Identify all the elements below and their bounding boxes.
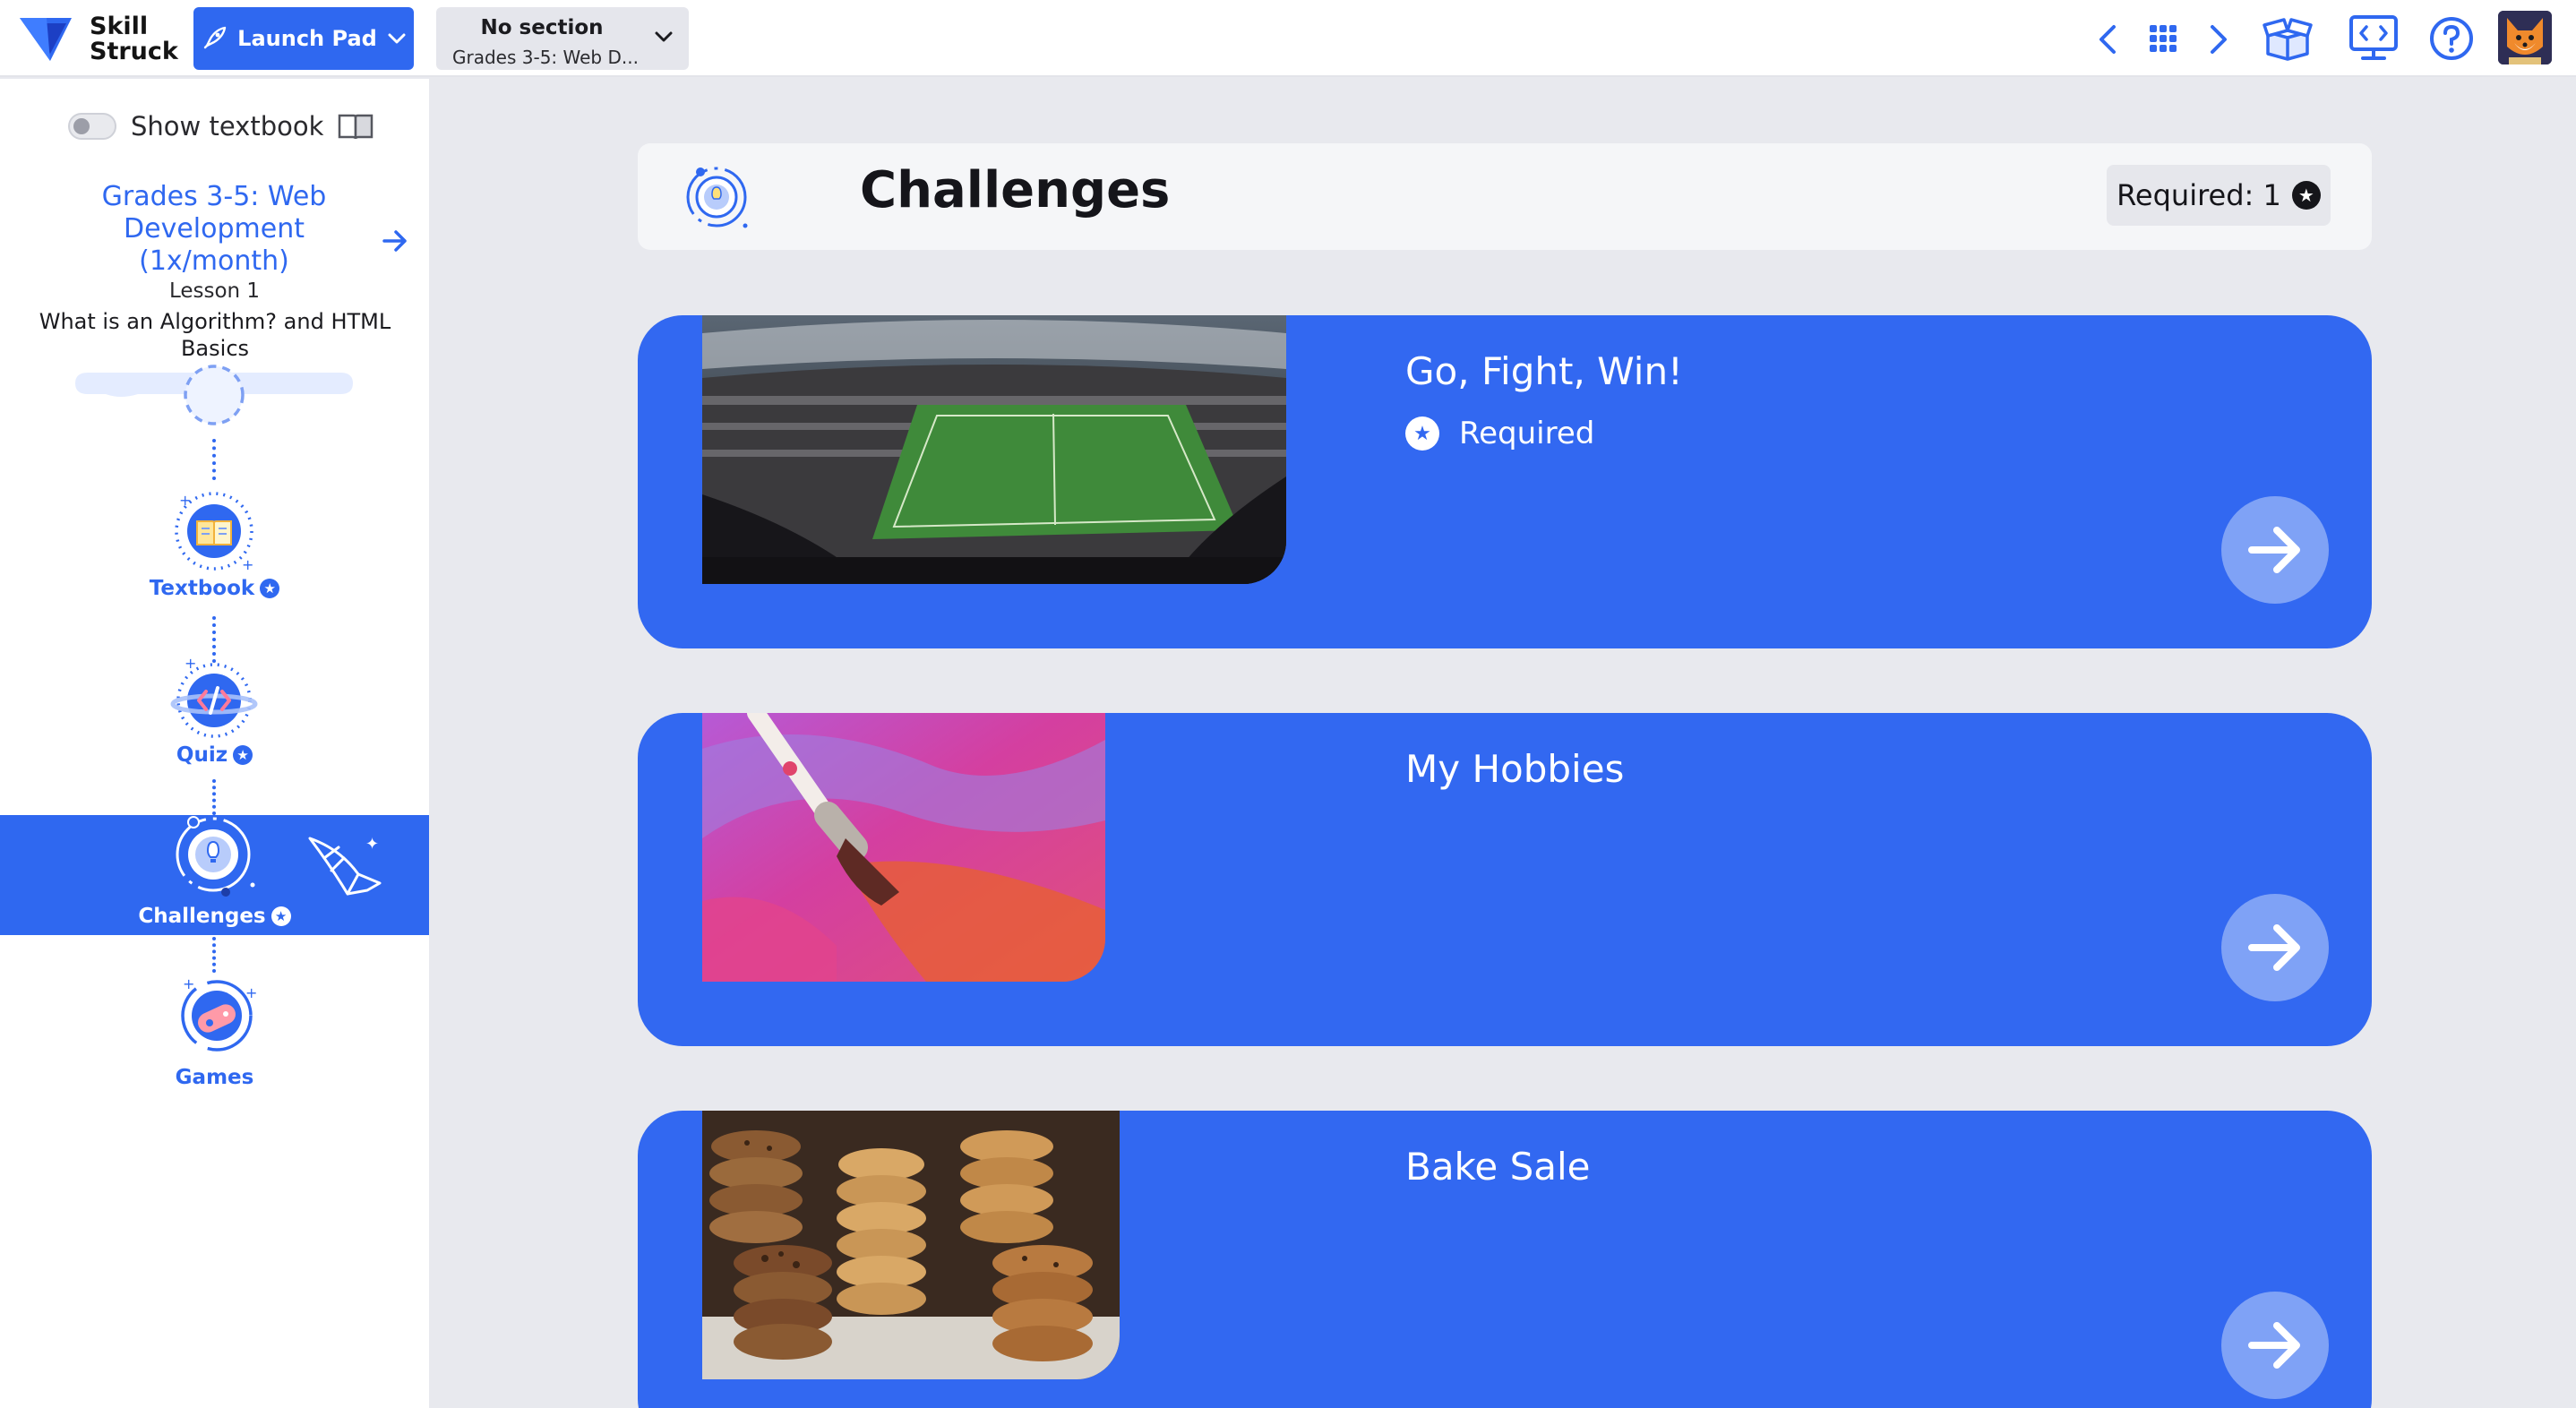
- show-textbook-label: Show textbook: [131, 111, 324, 142]
- next-arrow-icon[interactable]: [2203, 21, 2234, 57]
- card-required-label: Required: [1459, 416, 1595, 451]
- help-icon[interactable]: [2429, 16, 2474, 61]
- paintbrush-image: [702, 713, 1105, 982]
- challenge-card-my-hobbies[interactable]: My Hobbies: [638, 713, 2372, 1046]
- svg-text:+: +: [242, 556, 253, 573]
- sidebar-step-games[interactable]: Games: [0, 1066, 429, 1089]
- lesson-name: What is an Algorithm? and HTML Basics: [39, 309, 391, 361]
- path-connector: [212, 937, 216, 973]
- cookies-image: [702, 1111, 1120, 1379]
- grid-menu-icon[interactable]: [2148, 23, 2178, 54]
- star-icon: ★: [2291, 181, 2321, 210]
- chevron-down-icon: [655, 31, 673, 42]
- section-selector[interactable]: No section Grades 3-5: Web D...: [436, 7, 689, 70]
- logo-icon: [20, 18, 72, 61]
- svg-text:+: +: [245, 984, 257, 1001]
- previous-arrow-icon[interactable]: [2092, 21, 2123, 57]
- open-challenge-button[interactable]: [2221, 496, 2329, 604]
- step-label-quiz: Quiz: [176, 743, 228, 767]
- required-count-label: Required: 1: [2117, 178, 2281, 212]
- lightbulb-icon: [686, 167, 748, 228]
- chevron-down-icon: [388, 33, 406, 44]
- book-icon: [339, 114, 374, 140]
- gift-box-icon[interactable]: [2261, 13, 2314, 63]
- svg-text:+: +: [185, 655, 196, 672]
- required-count-badge: Required: 1 ★: [2107, 165, 2331, 226]
- required-star-icon: ★: [1405, 416, 1439, 451]
- launch-pad-button[interactable]: Launch Pad: [193, 7, 414, 70]
- sidebar-step-quiz[interactable]: Quiz ★: [0, 743, 429, 767]
- path-connector: [212, 779, 216, 815]
- rocket-plane-icon: ✦: [308, 835, 382, 896]
- code-screen-icon[interactable]: [2348, 14, 2399, 61]
- card-required-badge: ★ Required: [1405, 416, 1594, 451]
- challenges-step-icon: [176, 816, 255, 897]
- top-bar: Skill Struck Launch Pad No section Grade…: [0, 0, 2576, 77]
- open-challenge-button[interactable]: [2221, 1292, 2329, 1399]
- arrow-right-icon[interactable]: [382, 229, 408, 253]
- challenge-card-bake-sale[interactable]: Bake Sale: [638, 1111, 2372, 1408]
- games-step-icon[interactable]: + +: [174, 973, 260, 1055]
- required-star-icon: ★: [233, 745, 253, 765]
- section-subtitle: Grades 3-5: Web D...: [452, 47, 639, 68]
- svg-text:+: +: [183, 975, 194, 992]
- arrow-right-icon: [2248, 527, 2300, 573]
- textbook-step-icon[interactable]: + +: [170, 489, 258, 573]
- logo-text-line2: Struck: [90, 38, 178, 65]
- course-title-link[interactable]: Grades 3-5: Web Development (1x/month): [61, 181, 367, 278]
- quiz-step-icon[interactable]: +: [167, 654, 262, 740]
- card-title: My Hobbies: [1405, 747, 1625, 791]
- user-avatar[interactable]: [2498, 11, 2552, 64]
- path-connector: [212, 439, 216, 480]
- sidebar-step-challenges[interactable]: ✦ Challenges ★: [0, 815, 429, 935]
- arrow-right-icon: [2248, 924, 2300, 971]
- logo-text-line1: Skill: [90, 13, 149, 40]
- open-challenge-button[interactable]: [2221, 894, 2329, 1001]
- step-label-challenges: Challenges: [138, 905, 266, 928]
- sidebar-step-textbook[interactable]: Textbook ★: [0, 577, 429, 600]
- card-title: Go, Fight, Win!: [1405, 349, 1683, 393]
- challenge-card-go-fight-win[interactable]: Go, Fight, Win! ★ Required: [638, 315, 2372, 648]
- show-textbook-toggle[interactable]: [68, 113, 116, 140]
- rocket-icon: [203, 26, 227, 49]
- challenges-header: Challenges Required: 1 ★: [638, 143, 2372, 250]
- required-star-icon: ★: [260, 579, 280, 598]
- svg-text:✦: ✦: [365, 835, 379, 854]
- required-star-icon: ★: [270, 906, 291, 926]
- arrow-right-icon: [2248, 1322, 2300, 1369]
- page-title: Challenges: [860, 161, 1171, 219]
- launch-pad-label: Launch Pad: [237, 26, 377, 51]
- fox-avatar-icon: [2498, 11, 2552, 64]
- show-textbook-toggle-row[interactable]: Show textbook: [68, 111, 374, 142]
- lesson-sidebar: Show textbook Grades 3-5: Web Developmen…: [0, 79, 429, 1408]
- svg-text:+: +: [179, 492, 191, 509]
- step-label-games: Games: [175, 1066, 254, 1089]
- lesson-number: Lesson 1: [168, 279, 261, 303]
- section-title: No section: [480, 16, 604, 39]
- stadium-image: [702, 315, 1286, 584]
- skill-struck-logo[interactable]: Skill Struck: [20, 13, 178, 66]
- card-title: Bake Sale: [1405, 1145, 1591, 1189]
- step-label-textbook: Textbook: [149, 577, 255, 600]
- start-node-icon: [184, 365, 245, 425]
